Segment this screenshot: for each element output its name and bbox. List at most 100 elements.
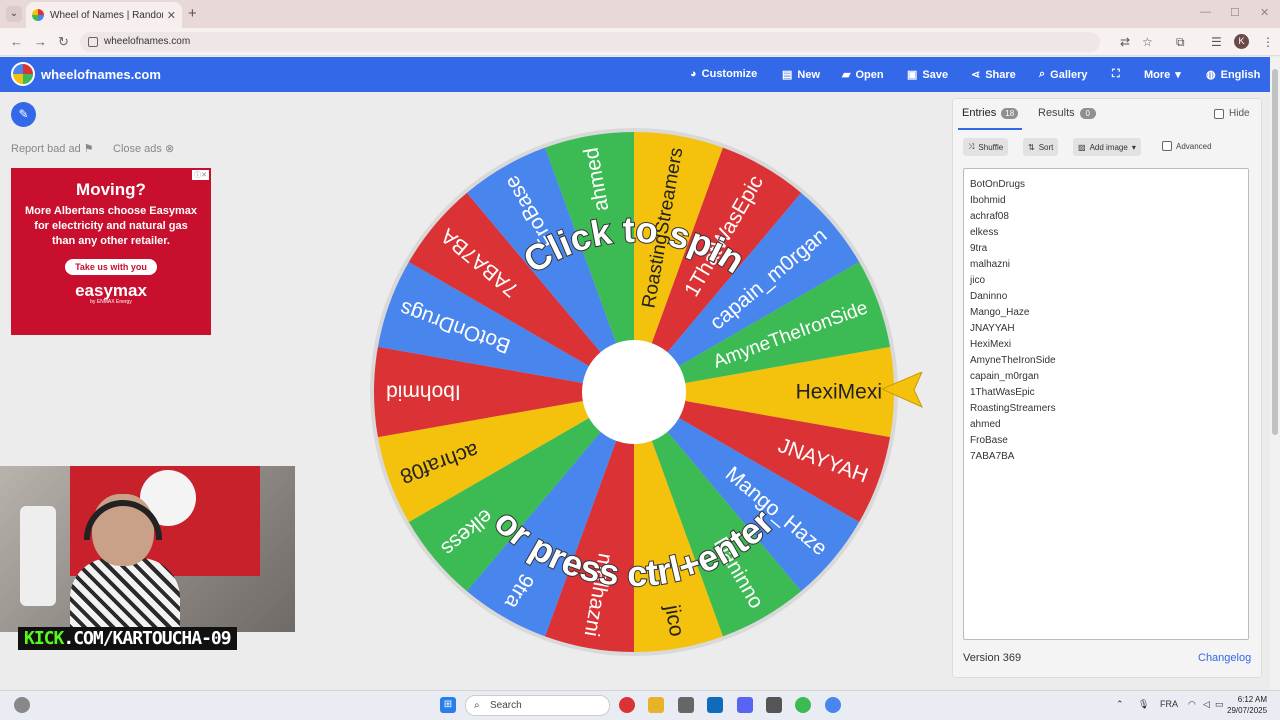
browser-tab-title: Wheel of Names | Random nam [50, 9, 163, 21]
sort-button[interactable]: ⇅ Sort [1023, 138, 1059, 156]
entry-line[interactable]: Mango_Haze [970, 305, 1242, 321]
checkbox-icon [1214, 108, 1224, 119]
flag-icon: ⚑ [83, 143, 94, 155]
volume-icon[interactable]: ◁ [1203, 699, 1210, 710]
advertisement[interactable]: ⓘ✕ Moving? More Albertans choose Easymax… [11, 168, 211, 335]
widgets-icon[interactable] [14, 697, 30, 713]
hide-checkbox[interactable]: Hide [1214, 108, 1250, 119]
browser-menu-icon[interactable]: ⋮ [1262, 35, 1274, 49]
entry-line[interactable]: HexiMexi [970, 337, 1242, 353]
ad-cta-button[interactable]: Take us with you [65, 259, 157, 275]
share-button[interactable]: ⋖ Share [971, 68, 1016, 82]
entry-line[interactable]: Ibohmid [970, 193, 1242, 209]
bookmark-star-icon[interactable]: ☆ [1142, 35, 1153, 49]
entry-line[interactable]: Daninno [970, 289, 1242, 305]
battery-icon[interactable]: ▭ [1215, 699, 1224, 710]
entry-line[interactable]: ahmed [970, 417, 1242, 433]
gallery-button[interactable]: ⌕ Gallery [1039, 68, 1087, 81]
site-info-icon[interactable] [88, 37, 98, 47]
ad-choices-icon[interactable]: ⓘ✕ [192, 170, 209, 180]
entries-count-badge: 18 [1001, 107, 1019, 119]
edit-pencil-button[interactable]: ✎ [11, 102, 36, 127]
outlook-icon[interactable] [707, 697, 723, 713]
entry-line[interactable]: 9tra [970, 241, 1242, 257]
entry-line[interactable]: AmyneTheIronSide [970, 353, 1242, 369]
wheel-center[interactable] [582, 340, 686, 444]
chrome-profile-icon[interactable] [795, 697, 811, 713]
entry-line[interactable]: JNAYYAH [970, 321, 1242, 337]
app-icon[interactable] [766, 697, 782, 713]
page-scrollbar[interactable] [1270, 57, 1280, 690]
palette-icon: ◕ [690, 68, 697, 80]
more-button[interactable]: More ▾ [1144, 68, 1181, 82]
scrollbar-thumb[interactable] [1272, 69, 1278, 435]
shuffle-button[interactable]: ⤨ Shuffle [963, 138, 1009, 156]
tab-entries[interactable]: Entries 18 [962, 107, 1019, 119]
reload-icon[interactable]: ↻ [58, 34, 69, 50]
address-bar: ← → ↻ wheelofnames.com ⇄ ☆ ⧉ ☰ K ⋮ [0, 28, 1280, 56]
microphone-icon[interactable]: 🎙 [1138, 699, 1149, 710]
close-circle-icon: ⊗ [164, 143, 175, 155]
discord-icon[interactable] [737, 697, 753, 713]
add-image-button[interactable]: ▨ Add image ▾ [1073, 138, 1141, 156]
wifi-icon[interactable]: ◠ [1188, 699, 1196, 710]
open-button[interactable]: ▰ Open [842, 68, 884, 82]
tab-search-icon[interactable]: ⌄ [6, 6, 22, 22]
entry-line[interactable]: achraf08 [970, 209, 1242, 225]
profile-avatar[interactable]: K [1234, 34, 1249, 49]
ad-logo: easymax [75, 281, 147, 300]
advanced-checkbox[interactable]: Advanced [1162, 141, 1212, 151]
chrome-alt-icon[interactable] [825, 697, 841, 713]
entry-line[interactable]: capain_m0rgan [970, 369, 1242, 385]
search-icon: ⌕ [1039, 68, 1046, 80]
tray-chevron-icon[interactable]: ⌃ [1116, 699, 1124, 710]
close-ads-link[interactable]: Close ads ⊗ [113, 142, 174, 155]
back-icon[interactable]: ← [10, 34, 23, 49]
save-button[interactable]: ▣ Save [907, 68, 948, 82]
maximize-icon[interactable]: ☐ [1230, 6, 1240, 19]
entry-line[interactable]: BotOnDrugs [970, 177, 1242, 193]
changelog-link[interactable]: Changelog [1198, 652, 1251, 664]
store-icon[interactable] [678, 697, 694, 713]
site-header: wheelofnames.com ◕ Customize ▤ New ▰ Open ▣… [0, 57, 1270, 92]
stream-channel-label: KICK.COM/KARTOUCHA-09 [18, 627, 237, 650]
minimize-icon[interactable]: — [1200, 6, 1211, 18]
extensions-icon[interactable]: ⧉ [1176, 35, 1185, 50]
fullscreen-button[interactable]: ⛶ [1112, 68, 1120, 81]
browser-tab-bar: ⌄ Wheel of Names | Random nam ✕ + — ☐ ✕ [0, 0, 1280, 28]
entry-line[interactable]: 7ABA7BA [970, 449, 1242, 465]
spin-wheel[interactable]: HexiMexiJNAYYAHMango_HazeDaninnojicomalh… [366, 124, 902, 660]
language-indicator[interactable]: FRA [1160, 699, 1178, 709]
translate-icon[interactable]: ⇄ [1120, 35, 1130, 49]
entries-textarea[interactable]: BotOnDrugs Ibohmid achraf08 elkess 9tra malha… [963, 168, 1249, 640]
wheel-logo-icon[interactable] [11, 62, 35, 86]
report-ad-link[interactable]: Report bad ad ⚑ [11, 142, 94, 155]
brand-name[interactable]: wheelofnames.com [41, 67, 161, 82]
chevron-down-icon: ▾ [1131, 142, 1136, 152]
entry-line[interactable]: elkess [970, 225, 1242, 241]
entry-line[interactable]: 1ThatWasEpic [970, 385, 1242, 401]
file-explorer-icon[interactable] [648, 697, 664, 713]
ad-headline: Moving? [76, 180, 146, 199]
entry-line[interactable]: FroBase [970, 433, 1242, 449]
new-button[interactable]: ▤ New [782, 68, 820, 82]
taskbar-search[interactable]: ⌕ Search [465, 695, 610, 716]
taskbar-clock[interactable]: 6:12 AM 29/07/2025 [1227, 694, 1267, 716]
entry-line[interactable]: RoastingStreamers [970, 401, 1242, 417]
url-input[interactable]: wheelofnames.com [80, 32, 1100, 52]
new-tab-icon[interactable]: + [188, 5, 197, 22]
reading-list-icon[interactable]: ☰ [1211, 35, 1222, 49]
forward-icon[interactable]: → [34, 34, 47, 49]
browser-tab[interactable]: Wheel of Names | Random nam ✕ [26, 2, 182, 28]
customize-button[interactable]: ◕ Customize [690, 68, 757, 80]
chrome-icon[interactable] [619, 697, 635, 713]
pencil-icon: ✎ [18, 107, 29, 121]
tab-results[interactable]: Results 0 [1038, 107, 1096, 119]
streamer [70, 494, 180, 632]
close-window-icon[interactable]: ✕ [1260, 6, 1269, 19]
close-tab-icon[interactable]: ✕ [167, 9, 176, 22]
start-menu-icon[interactable]: ⊞ [440, 697, 456, 713]
entry-line[interactable]: malhazni [970, 257, 1242, 273]
entry-line[interactable]: jico [970, 273, 1242, 289]
language-button[interactable]: ◍ English [1206, 68, 1260, 82]
